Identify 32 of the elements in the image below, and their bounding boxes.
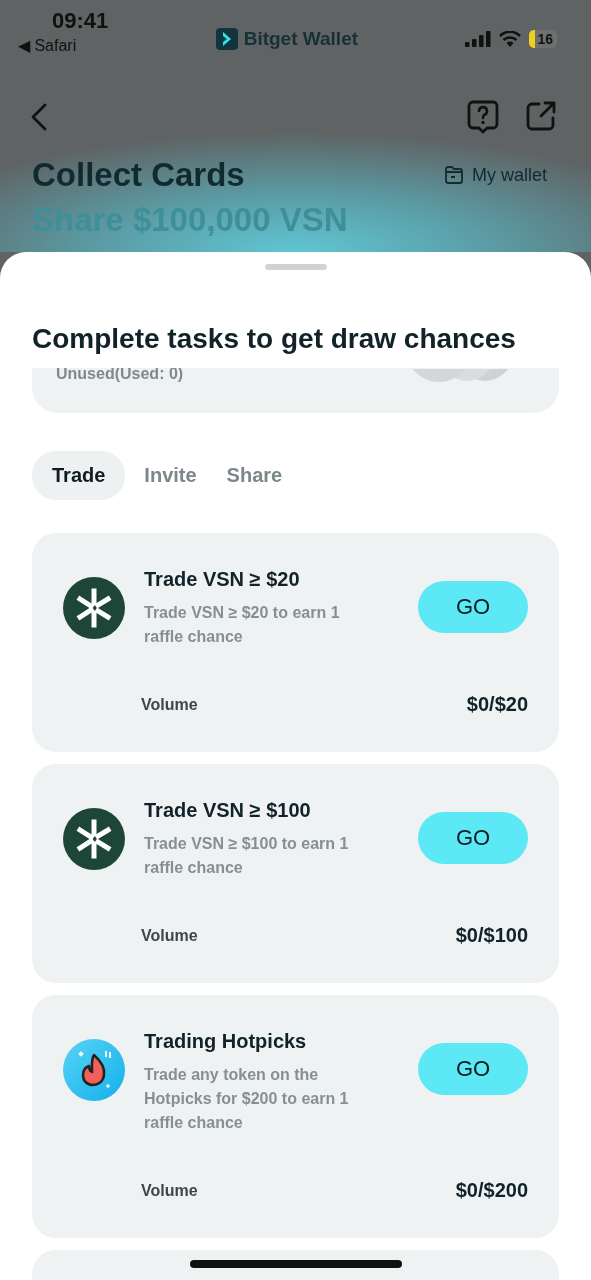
task-title: Trading Hotpicks	[144, 1030, 308, 1053]
sheet-handle[interactable]	[264, 264, 327, 270]
battery-indicator: 16	[529, 30, 557, 48]
task-description: Trade VSN ≥ $100 to earn 1 raffle chance	[144, 834, 350, 878]
share-icon[interactable]	[525, 100, 557, 132]
flame-icon	[63, 1039, 125, 1101]
task-title: Trade VSN ≥ $20	[144, 568, 301, 591]
asterisk-logo-icon	[63, 808, 125, 870]
go-button[interactable]: GO	[418, 1043, 528, 1095]
folder-icon[interactable]	[444, 165, 464, 185]
back-icon[interactable]	[30, 103, 48, 131]
task-tab[interactable]: Share	[215, 451, 294, 500]
asterisk-logo-icon	[63, 577, 125, 639]
chances-status: Unused(Used: 0)	[56, 368, 184, 383]
volume-label: Volume	[141, 926, 198, 945]
page-title: Collect Cards	[32, 156, 245, 194]
help-icon[interactable]	[467, 100, 499, 134]
volume-label: Volume	[141, 1181, 198, 1200]
task-tab[interactable]: Trade	[32, 451, 126, 500]
task-tab[interactable]: Invite	[133, 451, 208, 500]
volume-label: Volume	[141, 695, 198, 714]
go-button[interactable]: GO	[418, 581, 528, 633]
sheet-title: Complete tasks to get draw chances	[31, 322, 517, 356]
wifi-icon	[499, 31, 522, 47]
task-title: Trade VSN ≥ $100	[144, 799, 312, 822]
chevron-logo-icon	[215, 28, 238, 50]
task-description: Trade VSN ≥ $20 to earn 1 raffle chance	[144, 603, 341, 647]
go-button[interactable]: GO	[418, 812, 528, 864]
task-description: Trade any token on the Hotpicks for $200 to earn 1 raffle chance	[144, 1065, 350, 1133]
brand-name: Bitget Wallet	[243, 28, 359, 50]
status-time: 09:41	[52, 8, 109, 34]
signal-icon	[465, 31, 492, 47]
